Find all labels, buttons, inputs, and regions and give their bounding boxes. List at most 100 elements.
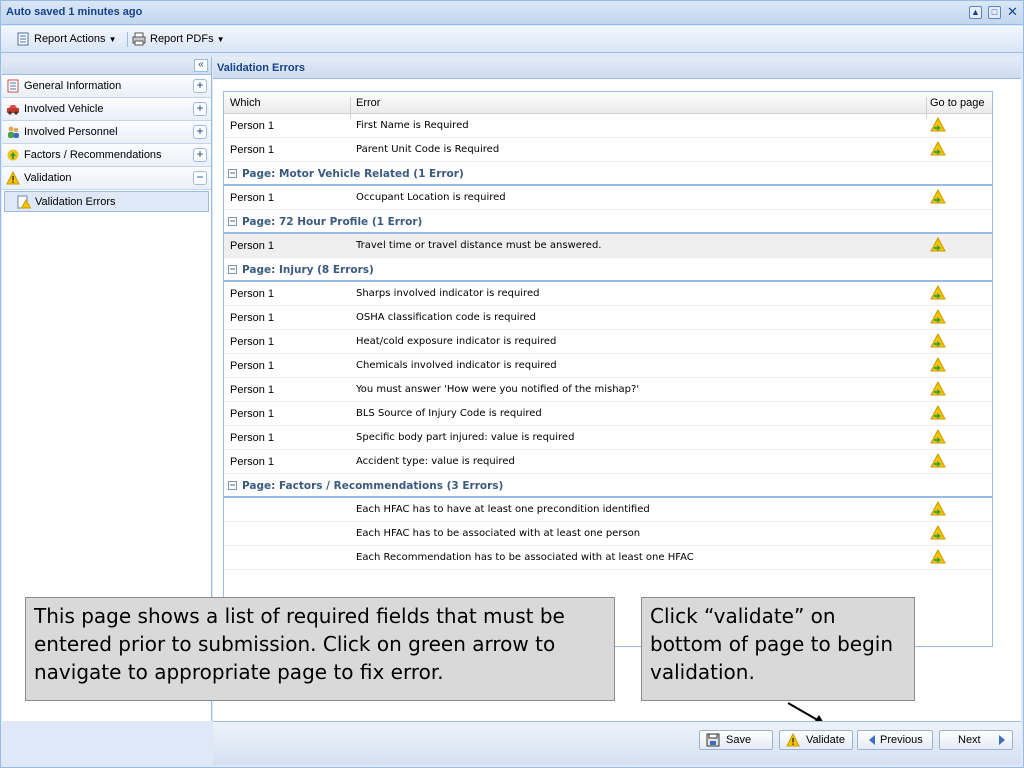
sidebar-subitem-validation-errors[interactable]: Validation Errors — [4, 191, 209, 212]
go-to-page-icon[interactable] — [930, 500, 946, 517]
table-row[interactable]: Person 1 Parent Unit Code is Required — [224, 138, 992, 162]
which-cell: Person 1 — [230, 192, 275, 204]
go-to-page-icon[interactable] — [930, 524, 946, 541]
error-cell: Specific body part injured: value is req… — [356, 432, 575, 443]
save-button[interactable]: Save — [699, 730, 773, 750]
table-row[interactable]: Person 1 First Name is Required — [224, 114, 992, 138]
table-row[interactable]: Person 1 OSHA classification code is requ… — [224, 306, 992, 330]
expand-icon[interactable]: + — [193, 79, 207, 93]
table-row[interactable]: Person 1 Chemicals involved indicator is … — [224, 354, 992, 378]
go-to-page-icon[interactable] — [930, 284, 946, 301]
document-icon — [16, 32, 30, 46]
table-row-selected[interactable]: Person 1 Travel time or travel distance m… — [224, 234, 992, 258]
collapse-icon[interactable]: − — [193, 171, 207, 185]
next-label: Next — [958, 734, 981, 746]
validate-button[interactable]: Validate — [779, 730, 853, 750]
go-to-page-icon[interactable] — [930, 380, 946, 397]
printer-icon — [132, 32, 146, 46]
table-row[interactable]: Person 1 BLS Source of Injury Code is req… — [224, 402, 992, 426]
car-icon — [6, 102, 20, 116]
table-row[interactable]: Person 1 Heat/cold exposure indicator is … — [224, 330, 992, 354]
column-header-error[interactable]: Error — [356, 97, 380, 109]
maximize-window-icon[interactable]: □ — [988, 6, 1001, 19]
group-title: Page: Motor Vehicle Related (1 Error) — [242, 168, 464, 180]
go-to-page-icon[interactable] — [930, 356, 946, 373]
go-to-page-icon[interactable] — [930, 452, 946, 469]
go-to-page-icon[interactable] — [930, 404, 946, 421]
sidebar-item-label: General Information — [24, 80, 122, 92]
go-to-page-icon[interactable] — [930, 116, 946, 133]
error-cell: Heat/cold exposure indicator is required — [356, 336, 557, 347]
error-cell: Occupant Location is required — [356, 192, 506, 203]
sidebar-item-factors-recommendations[interactable]: Factors / Recommendations + — [2, 144, 211, 167]
previous-button[interactable]: Previous — [857, 730, 933, 750]
expand-icon[interactable]: + — [193, 102, 207, 116]
go-to-page-icon[interactable] — [930, 332, 946, 349]
grid-header: Which Error Go to page — [224, 92, 992, 119]
toolbar-separator — [127, 32, 128, 47]
go-to-page-icon[interactable] — [930, 140, 946, 157]
sidebar-item-validation[interactable]: Validation − — [2, 167, 211, 190]
table-row[interactable]: Person 1 Accident type: value is required — [224, 450, 992, 474]
which-cell: Person 1 — [230, 240, 275, 252]
error-cell: First Name is Required — [356, 120, 469, 131]
go-to-page-icon[interactable] — [930, 236, 946, 253]
group-header-factors-recommendations[interactable]: − Page: Factors / Recommendations (3 Erro… — [224, 474, 992, 498]
table-row[interactable]: Person 1 Sharps involved indicator is req… — [224, 282, 992, 306]
table-row[interactable]: Each HFAC has to be associated with at l… — [224, 522, 992, 546]
error-cell: Each HFAC has to be associated with at l… — [356, 528, 641, 539]
collapse-sidebar-icon[interactable]: « — [194, 59, 208, 72]
collapse-group-icon[interactable]: − — [228, 169, 237, 178]
table-row[interactable]: Each HFAC has to have at least one preco… — [224, 498, 992, 522]
collapse-group-icon[interactable]: − — [228, 265, 237, 274]
sidebar-subitem-label: Validation Errors — [35, 196, 116, 208]
group-header-motor-vehicle[interactable]: − Page: Motor Vehicle Related (1 Error) — [224, 162, 992, 186]
error-cell: OSHA classification code is required — [356, 312, 536, 323]
arrow-right-icon — [994, 733, 1008, 747]
table-row[interactable]: Person 1 Specific body part injured: valu… — [224, 426, 992, 450]
collapse-group-icon[interactable]: − — [228, 481, 237, 490]
go-to-page-icon[interactable] — [930, 188, 946, 205]
expand-icon[interactable]: + — [193, 148, 207, 162]
report-actions-label: Report Actions — [34, 33, 106, 45]
go-to-page-icon[interactable] — [930, 308, 946, 325]
group-header-72-hour-profile[interactable]: − Page: 72 Hour Profile (1 Error) — [224, 210, 992, 234]
error-cell: Accident type: value is required — [356, 456, 515, 467]
which-cell: Person 1 — [230, 288, 275, 300]
which-cell: Person 1 — [230, 432, 275, 444]
table-row[interactable]: Each Recommendation has to be associated… — [224, 546, 992, 570]
people-icon — [6, 125, 20, 139]
close-window-icon[interactable]: ✕ — [1006, 5, 1019, 19]
warning-icon — [6, 170, 20, 185]
column-header-go-to-page[interactable]: Go to page — [930, 97, 984, 109]
bottom-toolbar: Save Validate Previous Next — [213, 721, 1021, 765]
expand-icon[interactable]: + — [193, 125, 207, 139]
error-cell: Parent Unit Code is Required — [356, 144, 500, 155]
collapse-group-icon[interactable]: − — [228, 217, 237, 226]
error-cell: You must answer 'How were you notified o… — [356, 384, 640, 395]
report-actions-button[interactable]: Report Actions ▼ — [16, 30, 117, 49]
group-header-injury[interactable]: − Page: Injury (8 Errors) — [224, 258, 992, 282]
factors-icon — [6, 148, 20, 162]
error-cell: Each HFAC has to have at least one preco… — [356, 504, 650, 515]
next-button[interactable]: Next — [939, 730, 1013, 750]
table-row[interactable]: Person 1 Occupant Location is required — [224, 186, 992, 210]
go-to-page-icon[interactable] — [930, 548, 946, 565]
which-cell: Person 1 — [230, 312, 275, 324]
warning-document-icon — [17, 195, 32, 209]
collapse-window-icon[interactable]: ▲ — [969, 6, 982, 19]
which-cell: Person 1 — [230, 336, 275, 348]
sidebar-item-involved-personnel[interactable]: Involved Personnel + — [2, 121, 211, 144]
error-cell: Each Recommendation has to be associated… — [356, 552, 694, 563]
which-cell: Person 1 — [230, 120, 275, 132]
group-title: Page: 72 Hour Profile (1 Error) — [242, 216, 423, 228]
panel-title: Validation Errors — [213, 57, 1021, 79]
error-cell: BLS Source of Injury Code is required — [356, 408, 542, 419]
form-icon — [6, 79, 20, 93]
sidebar-item-involved-vehicle[interactable]: Involved Vehicle + — [2, 98, 211, 121]
table-row[interactable]: Person 1 You must answer 'How were you no… — [224, 378, 992, 402]
report-pdfs-button[interactable]: Report PDFs ▼ — [132, 30, 225, 49]
go-to-page-icon[interactable] — [930, 428, 946, 445]
sidebar-item-general-information[interactable]: General Information + — [2, 75, 211, 98]
column-header-which[interactable]: Which — [230, 97, 261, 109]
